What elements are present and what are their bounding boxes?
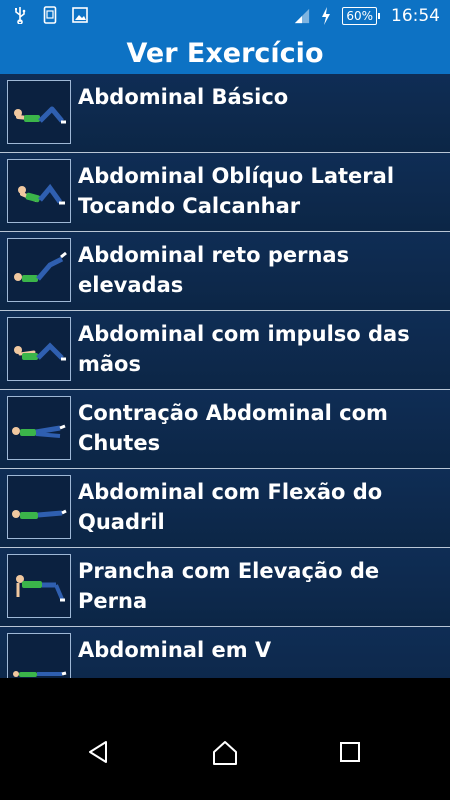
list-item[interactable]: Abdominal em V bbox=[0, 627, 450, 678]
exercise-thumbnail bbox=[7, 396, 71, 460]
exercise-name: Prancha com Elevação de Perna bbox=[78, 559, 380, 613]
crunch-figure-icon bbox=[14, 106, 66, 124]
list-item[interactable]: Prancha com Elevação de Perna bbox=[0, 548, 450, 627]
image-icon bbox=[72, 6, 88, 24]
exercise-thumbnail bbox=[7, 633, 71, 678]
exercise-thumbnail bbox=[7, 80, 71, 144]
hip-flex-figure-icon bbox=[12, 509, 67, 519]
v-sit-figure-icon bbox=[13, 671, 67, 677]
exercise-name: Abdominal Oblíquo Lateral Tocando Calcan… bbox=[78, 164, 395, 218]
oblique-figure-icon bbox=[18, 183, 65, 205]
exercise-thumbnail bbox=[7, 317, 71, 381]
legs-raised-figure-icon bbox=[14, 251, 67, 282]
list-item[interactable]: Abdominal reto pernas elevadas bbox=[0, 232, 450, 311]
exercise-thumbnail bbox=[7, 238, 71, 302]
exercise-list[interactable]: Abdominal Básico Abdominal Oblíquo Later… bbox=[0, 74, 450, 678]
battery-indicator: 60% bbox=[342, 7, 380, 25]
signal-icon bbox=[294, 7, 310, 25]
hand-push-figure-icon bbox=[14, 342, 66, 361]
screenshot-icon bbox=[42, 6, 58, 24]
exercise-name: Abdominal em V bbox=[78, 638, 272, 662]
list-item[interactable]: Abdominal Oblíquo Lateral Tocando Calcan… bbox=[0, 153, 450, 232]
list-item[interactable]: Abdominal com impulso das mãos bbox=[0, 311, 450, 390]
exercise-thumbnail bbox=[7, 159, 71, 223]
charging-icon bbox=[318, 7, 334, 25]
exercise-name: Contração Abdominal com Chutes bbox=[78, 401, 388, 455]
kicks-figure-icon bbox=[12, 424, 66, 438]
clock: 16:54 bbox=[391, 6, 440, 26]
list-item[interactable]: Abdominal com Flexão do Quadril bbox=[0, 469, 450, 548]
back-icon[interactable] bbox=[86, 740, 116, 764]
page-title: Ver Exercício bbox=[126, 37, 324, 69]
usb-icon bbox=[12, 6, 28, 24]
exercise-name: Abdominal com Flexão do Quadril bbox=[78, 480, 383, 534]
plank-figure-icon bbox=[16, 575, 65, 602]
list-item[interactable]: Abdominal Básico bbox=[0, 74, 450, 153]
recents-icon[interactable] bbox=[338, 740, 368, 764]
exercise-name: Abdominal reto pernas elevadas bbox=[78, 243, 350, 297]
status-bar: 60% 16:54 bbox=[0, 0, 450, 32]
exercise-thumbnail bbox=[7, 475, 71, 539]
app-bar: Ver Exercício bbox=[0, 32, 450, 74]
exercise-thumbnail bbox=[7, 554, 71, 618]
navigation-bar bbox=[0, 678, 450, 800]
exercise-name: Abdominal Básico bbox=[78, 85, 289, 109]
list-item[interactable]: Contração Abdominal com Chutes bbox=[0, 390, 450, 469]
exercise-name: Abdominal com impulso das mãos bbox=[78, 322, 410, 376]
home-icon[interactable] bbox=[211, 740, 241, 765]
